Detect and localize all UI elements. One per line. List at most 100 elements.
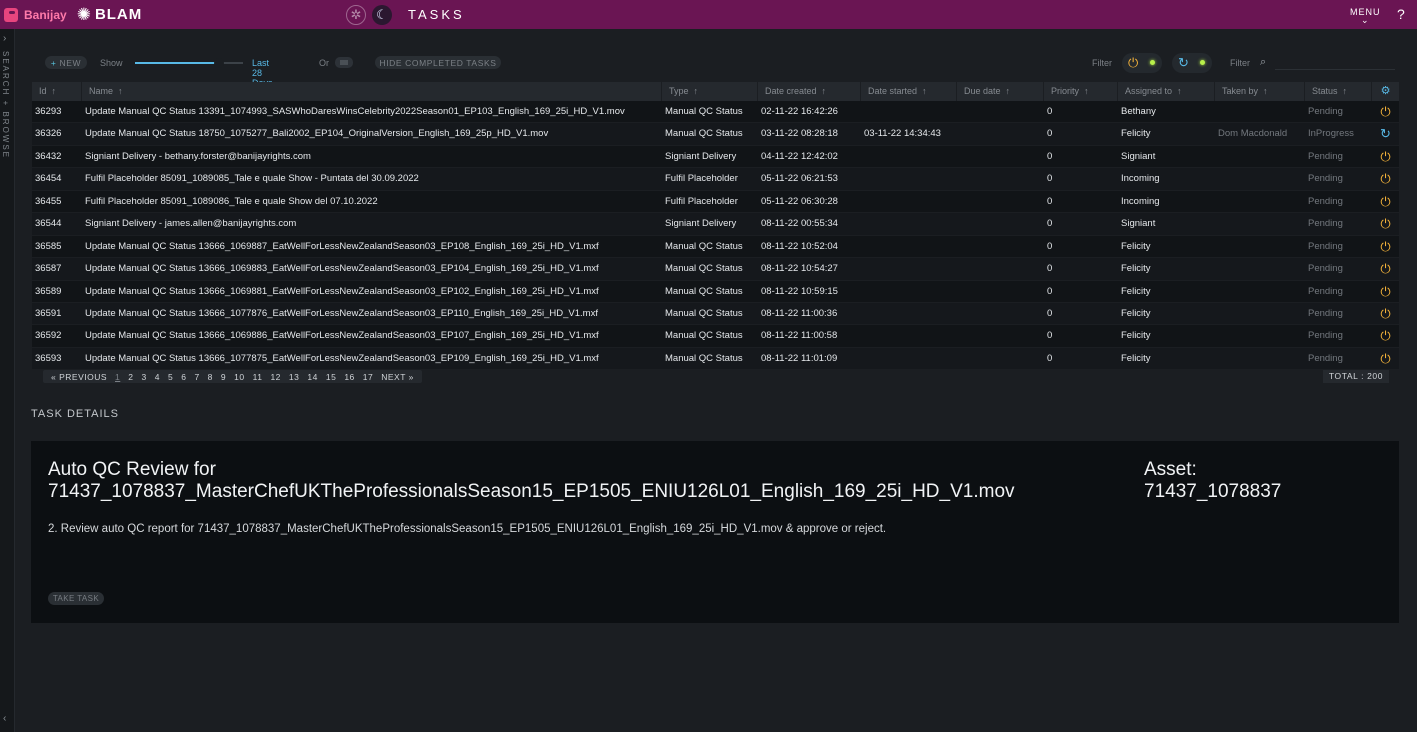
table-row[interactable]: 36432 Signiant Delivery - bethany.forste… <box>32 145 1399 169</box>
cell-priority: 0 <box>1047 285 1053 297</box>
column-header-date-created[interactable]: Date created ↑ <box>758 82 861 101</box>
power-icon[interactable]: ⏻ <box>1372 348 1399 369</box>
column-header-due-date[interactable]: Due date ↑ <box>957 82 1044 101</box>
cell-taken <box>1215 281 1305 302</box>
column-header-taken-by[interactable]: Taken by ↑ <box>1215 82 1305 101</box>
table-row[interactable]: 36454 Fulfil Placeholder 85091_1089085_Ta… <box>32 168 1399 191</box>
page-link[interactable]: 12 <box>270 372 280 382</box>
inprogress-filter-toggle[interactable]: ↻ <box>1172 53 1212 73</box>
power-icon[interactable]: ⏻ <box>1372 303 1399 324</box>
help-icon[interactable]: ? <box>1397 6 1405 22</box>
column-header-priority[interactable]: Priority ↑ <box>1044 82 1118 101</box>
page-link[interactable]: 13 <box>289 372 299 382</box>
table-row[interactable]: 36589 Update Manual QC Status 13666_10698… <box>32 280 1399 303</box>
task-details-panel: Auto QC Review for 71437_1078837_MasterC… <box>31 441 1399 623</box>
page-link[interactable]: 14 <box>307 372 317 382</box>
cell-assigned: Incoming <box>1121 195 1160 207</box>
cell-started <box>861 325 957 346</box>
table-row[interactable]: 36455 Fulfil Placeholder 85091_1089086_Ta… <box>32 190 1399 214</box>
menu-button[interactable]: MENU ⌄ <box>1350 7 1381 25</box>
asset-info: Asset: 71437_1078837 <box>1144 459 1281 503</box>
table-row[interactable]: 36587 Update Manual QC Status 13666_10698… <box>32 258 1399 281</box>
page-link[interactable]: 9 <box>221 372 226 382</box>
banijay-wordmark: Banijay <box>24 7 67 22</box>
collapse-arrow-icon[interactable]: ‹ <box>3 713 6 724</box>
page-link[interactable]: 8 <box>208 372 213 382</box>
pagination: « PREVIOUS 1 2 3 4 5 6 7 8 9 10 11 12 13 14 15 16 17 NEXT … <box>43 370 422 383</box>
chevron-down-icon: ⌄ <box>1360 15 1370 25</box>
previous-page-button[interactable]: « PREVIOUS <box>51 372 107 382</box>
page-link[interactable]: 1 <box>115 372 120 382</box>
power-icon[interactable]: ⏻ <box>1372 258 1399 279</box>
page-link[interactable]: 3 <box>142 372 147 382</box>
date-range-slider[interactable] <box>135 58 243 68</box>
column-header-assigned-to[interactable]: Assigned to ↑ <box>1118 82 1215 101</box>
cell-id: 36544 <box>35 218 62 230</box>
cell-priority: 0 <box>1047 195 1053 207</box>
power-icon[interactable]: ⏻ <box>1372 146 1399 167</box>
page-link[interactable]: 15 <box>326 372 336 382</box>
page-link[interactable]: 7 <box>194 372 199 382</box>
search-browse-rail[interactable]: › SEARCH + BROWSE ‹ <box>0 29 15 732</box>
table-row[interactable]: 36544 Signiant Delivery - james.allen@ba… <box>32 213 1399 236</box>
power-icon[interactable]: ⏻ <box>1372 236 1399 257</box>
power-icon[interactable]: ⏻ <box>1372 281 1399 302</box>
search-browse-label: SEARCH + BROWSE <box>1 51 10 160</box>
hide-completed-button[interactable]: HIDE COMPLETED TASKS <box>375 56 501 69</box>
page-link[interactable]: 10 <box>234 372 244 382</box>
table-row[interactable]: 36293 Update Manual QC Status 13391_10749… <box>32 101 1399 124</box>
cell-assigned: Signiant <box>1121 218 1156 230</box>
cell-id: 36587 <box>35 263 62 275</box>
power-icon[interactable]: ⏻ <box>1372 168 1399 189</box>
cell-taken <box>1215 213 1305 234</box>
column-header-name[interactable]: Name ↑ <box>82 82 662 101</box>
page-link[interactable]: 16 <box>344 372 354 382</box>
banijay-logo-icon <box>4 7 18 22</box>
expand-arrow-icon[interactable]: › <box>3 33 6 44</box>
cell-started <box>861 146 957 167</box>
cell-taken <box>1215 325 1305 346</box>
next-page-button[interactable]: NEXT » <box>381 372 414 382</box>
column-header-date-started[interactable]: Date started ↑ <box>861 82 957 101</box>
column-header-type[interactable]: Type ↑ <box>662 82 758 101</box>
column-header-id[interactable]: Id ↑ <box>32 82 82 101</box>
page-link[interactable]: 6 <box>181 372 186 382</box>
cell-started <box>861 213 957 234</box>
power-icon[interactable]: ⏻ <box>1372 213 1399 234</box>
power-icon[interactable]: ⏻ <box>1372 325 1399 346</box>
calendar-icon[interactable] <box>335 57 353 68</box>
task-title-line2: 71437_1078837_MasterChefUKTheProfessiona… <box>48 481 1015 502</box>
search-icon[interactable]: ⌕ <box>1260 56 1266 69</box>
sort-arrow-icon: ↑ <box>1263 86 1268 96</box>
table-row[interactable]: 36326 Update Manual QC Status 18750_10752… <box>32 123 1399 146</box>
sync-icon[interactable]: ↻ <box>1372 123 1399 144</box>
page-link[interactable]: 17 <box>363 372 373 382</box>
column-settings-gear-icon[interactable]: ⚙ <box>1372 82 1399 101</box>
power-icon[interactable]: ⏻ <box>1372 101 1399 122</box>
settings-gear-icon[interactable]: ✲ <box>346 5 366 25</box>
power-icon[interactable]: ⏻ <box>1372 191 1399 212</box>
page-link[interactable]: 4 <box>155 372 160 382</box>
pending-filter-toggle[interactable]: ⏻ <box>1122 53 1162 73</box>
cell-id: 36589 <box>35 285 62 297</box>
page-link[interactable]: 2 <box>128 372 133 382</box>
page-link[interactable]: 11 <box>253 372 263 382</box>
table-row[interactable]: 36591 Update Manual QC Status 13666_10778… <box>32 302 1399 326</box>
cell-started <box>861 258 957 279</box>
table-row[interactable]: 36592 Update Manual QC Status 13666_10698… <box>32 325 1399 348</box>
cell-status: Pending <box>1308 263 1343 275</box>
slider-handle[interactable] <box>213 58 224 68</box>
search-input[interactable] <box>1275 69 1395 70</box>
take-task-button[interactable]: TAKE TASK <box>48 592 104 605</box>
new-task-button[interactable]: + NEW <box>45 56 87 69</box>
table-row[interactable]: 36593 Update Manual QC Status 13666_10778… <box>32 347 1399 371</box>
cell-due <box>957 191 1044 212</box>
asset-value[interactable]: 71437_1078837 <box>1144 481 1281 503</box>
page-link[interactable]: 5 <box>168 372 173 382</box>
cell-type: Signiant Delivery <box>665 150 737 162</box>
sync-icon: ↻ <box>1178 55 1189 70</box>
table-row[interactable]: 36585 Update Manual QC Status 13666_10698… <box>32 235 1399 259</box>
brand[interactable]: Banijay ✺ BLAM <box>4 6 142 23</box>
dark-mode-moon-icon[interactable]: ☾ <box>372 5 392 25</box>
column-header-status[interactable]: Status ↑ <box>1305 82 1372 101</box>
